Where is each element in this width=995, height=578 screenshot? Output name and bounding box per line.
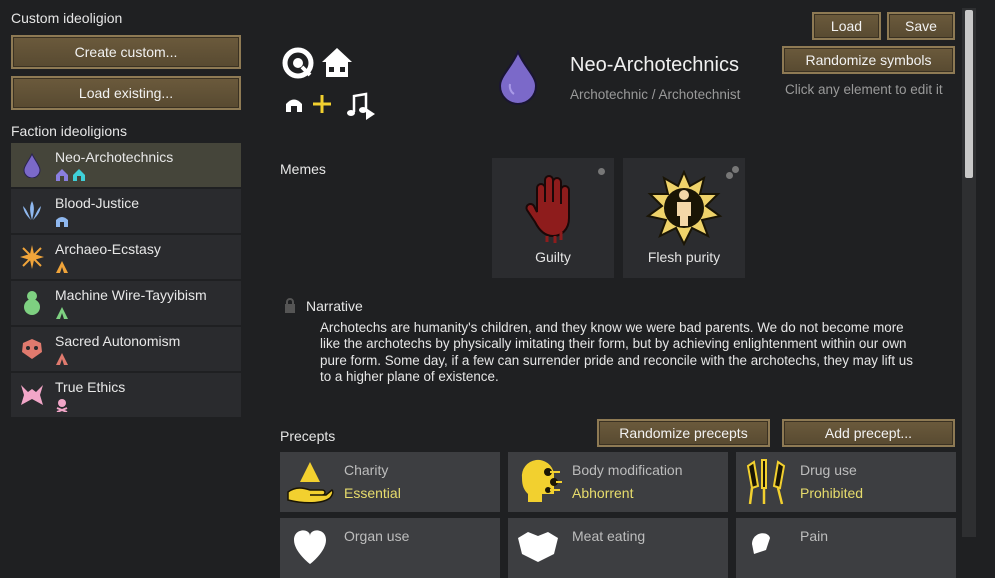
precept-name: Body modification	[572, 462, 683, 478]
narrative-text[interactable]: Archotechs are humanity's children, and …	[320, 320, 920, 386]
ideoligion-subtitle[interactable]: Archotechnic / Archotechnist	[570, 87, 740, 102]
faction-item-machine-wire-tayyibism[interactable]: Machine Wire-Tayyibism	[11, 281, 241, 325]
faction-name: Neo-Archotechnics	[55, 149, 174, 165]
pain-icon	[752, 533, 770, 554]
meme-label: Flesh purity	[647, 249, 721, 265]
music-icon[interactable]	[346, 92, 376, 120]
precept-meat-eating[interactable]: Meat eating	[508, 518, 728, 578]
narrative-title: Narrative	[306, 298, 363, 314]
faction-item-neo-archotechnics[interactable]: Neo-Archotechnics	[11, 143, 241, 187]
hand-pyramid-icon	[287, 462, 334, 504]
precept-name: Meat eating	[572, 528, 646, 544]
precept-value: Essential	[344, 485, 401, 501]
memes-title: Memes	[280, 161, 326, 177]
sun-figure-icon	[645, 170, 723, 246]
tent-icon	[56, 307, 68, 319]
precept-name: Drug use	[800, 462, 857, 478]
precept-value: Prohibited	[800, 485, 864, 501]
faction-name: Sacred Autonomism	[55, 333, 181, 349]
randomize-symbols-button[interactable]: Randomize symbols	[782, 46, 955, 74]
building-icon	[73, 169, 85, 181]
custom-ideoligion-title: Custom ideoligion	[11, 10, 123, 26]
add-precept-button[interactable]: Add precept...	[782, 419, 955, 447]
add-building-icon[interactable]	[312, 94, 332, 114]
precepts-title: Precepts	[280, 428, 336, 444]
create-custom-button[interactable]: Create custom...	[11, 35, 241, 69]
precept-charity[interactable]: Charity Essential	[280, 452, 500, 512]
load-existing-button[interactable]: Load existing...	[11, 76, 241, 110]
precept-pain[interactable]: Pain	[736, 518, 956, 578]
shrine-icon[interactable]	[285, 95, 303, 113]
scrollbar-thumb[interactable]	[965, 10, 973, 178]
precept-value: Abhorrent	[572, 485, 634, 501]
building-icon	[56, 169, 68, 181]
edit-hint: Click any element to edit it	[785, 82, 943, 97]
meme-flesh-purity[interactable]: Flesh purity	[623, 158, 745, 278]
star-burst-icon	[20, 245, 44, 269]
bloody-hand-icon	[525, 175, 570, 243]
cyborg-head-icon	[521, 459, 562, 502]
faction-item-sacred-autonomism[interactable]: Sacred Autonomism	[11, 327, 241, 371]
lock-icon[interactable]	[284, 298, 296, 313]
faction-item-archaeo-ecstasy[interactable]: Archaeo-Ecstasy	[11, 235, 241, 279]
skull-crossbones-icon	[56, 399, 68, 412]
precept-body-modification[interactable]: Body modification Abhorrent	[508, 452, 728, 512]
house-icon[interactable]	[320, 46, 354, 80]
mask-icon	[22, 339, 42, 359]
faction-ideoligions-title: Faction ideoligions	[11, 123, 127, 139]
scrollbar-track[interactable]	[962, 8, 976, 537]
faction-name: Blood-Justice	[55, 195, 140, 211]
skull-icon	[518, 532, 558, 562]
faction-name: Machine Wire-Tayyibism	[55, 287, 207, 303]
syringes-icon	[746, 459, 786, 505]
ring-symbol-icon[interactable]	[282, 47, 314, 79]
meme-guilty[interactable]: Guilty	[492, 158, 614, 278]
tent-icon	[56, 353, 68, 365]
faction-name: True Ethics	[55, 379, 126, 395]
meme-indicator	[598, 168, 605, 175]
faction-item-blood-justice[interactable]: Blood-Justice	[11, 189, 241, 233]
precept-organ-use[interactable]: Organ use	[280, 518, 500, 578]
ideoligion-droplet-icon[interactable]	[496, 50, 540, 106]
ideoligion-title[interactable]: Neo-Archotechnics	[570, 54, 739, 77]
randomize-precepts-button[interactable]: Randomize precepts	[597, 419, 770, 447]
flame-wings-icon	[23, 201, 41, 220]
meme-indicator	[726, 172, 733, 179]
meme-label: Guilty	[535, 249, 571, 265]
faction-item-true-ethics[interactable]: True Ethics	[11, 373, 241, 417]
building-icon	[56, 217, 68, 227]
precept-name: Charity	[344, 462, 389, 478]
load-button[interactable]: Load	[812, 12, 881, 40]
horned-icon	[21, 385, 43, 405]
tent-icon	[56, 261, 68, 273]
meme-indicator	[732, 166, 739, 173]
organ-icon	[294, 530, 326, 564]
precept-name: Pain	[800, 528, 829, 544]
precept-name: Organ use	[344, 528, 410, 544]
faction-name: Archaeo-Ecstasy	[55, 241, 161, 257]
droplet-icon	[23, 152, 41, 178]
precept-drug-use[interactable]: Drug use Prohibited	[736, 452, 956, 512]
figure-icon	[24, 291, 40, 315]
save-button[interactable]: Save	[887, 12, 955, 40]
